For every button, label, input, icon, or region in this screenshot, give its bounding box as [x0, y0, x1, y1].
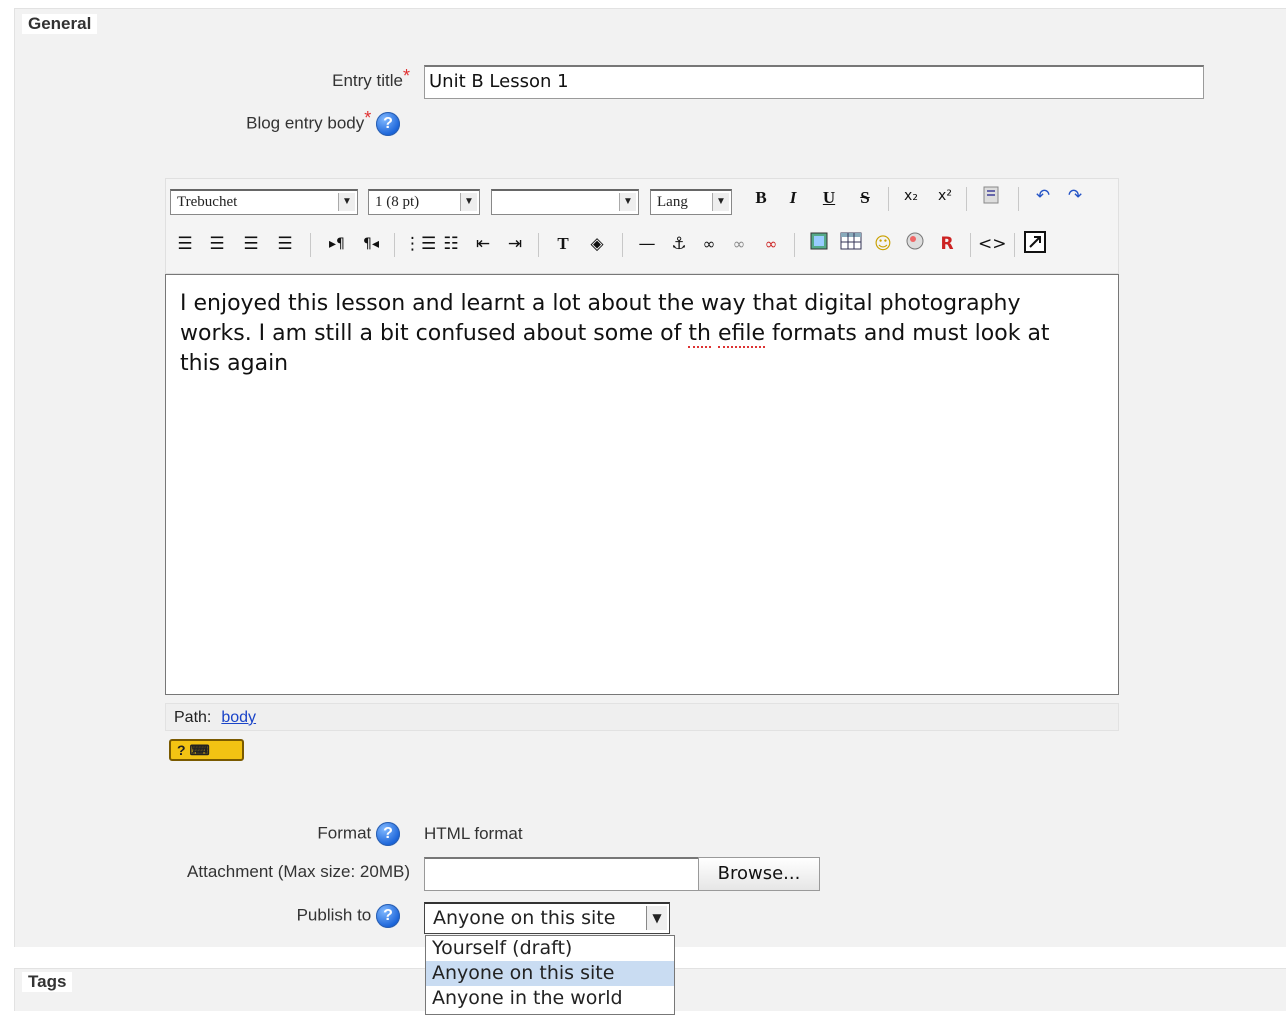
publish-to-label: Publish to ? [220, 904, 400, 928]
toolbar-separator [970, 233, 971, 257]
toolbar-separator [310, 233, 311, 257]
toolbar-separator [394, 233, 395, 257]
font-family-select[interactable]: Trebuchet ▼ [170, 189, 358, 215]
publish-to-select[interactable]: Anyone on this site ▼ [424, 902, 670, 934]
path-label: Path: [174, 709, 212, 726]
misspelled-word: efile [717, 321, 765, 348]
nolink-icon[interactable]: ∞ [726, 231, 752, 257]
strikethrough-button[interactable]: S [852, 185, 878, 211]
help-icon[interactable]: ? [376, 904, 400, 928]
outdent-icon[interactable]: ⇤ [470, 231, 496, 257]
required-mark: * [402, 66, 410, 86]
chevron-down-icon: ▼ [338, 193, 355, 211]
editor-line: works. I am still a bit confused about s… [180, 319, 1104, 349]
misspelled-word: th [688, 321, 711, 348]
horizontal-rule-icon[interactable]: — [634, 231, 660, 257]
text-color-icon[interactable]: T [550, 231, 576, 257]
editor-text [711, 321, 718, 346]
attachment-file-input[interactable] [424, 857, 700, 891]
publish-to-value: Anyone on this site [433, 907, 616, 929]
paste-word-icon[interactable] [978, 185, 1004, 211]
indent-icon[interactable]: ⇥ [502, 231, 528, 257]
editor-body[interactable]: I enjoyed this lesson and learnt a lot a… [165, 274, 1119, 695]
toolbar-separator [966, 187, 967, 211]
font-family-value: Trebuchet [177, 194, 238, 210]
publish-option-selected[interactable]: Anyone on this site [426, 961, 674, 986]
editor-toolbar: Trebuchet ▼ 1 (8 pt) ▼ ▼ Lang ▼ B I U S x₂ … [165, 178, 1119, 274]
font-size-select[interactable]: 1 (8 pt) ▼ [368, 189, 480, 215]
align-center-icon[interactable]: ☰ [204, 231, 230, 257]
toolbar-separator [794, 233, 795, 257]
unordered-list-icon[interactable]: ☷ [438, 231, 464, 257]
publish-option[interactable]: Anyone in the world [426, 986, 674, 1011]
entry-title-label: Entry title* [230, 66, 410, 91]
lang-value: Lang [657, 194, 688, 210]
anchor-icon[interactable]: ⚓ [666, 231, 692, 257]
link-icon[interactable]: ∞ [696, 231, 722, 257]
rtl-direction-icon[interactable]: ¶◂ [358, 231, 384, 257]
publish-option[interactable]: Yourself (draft) [426, 936, 674, 961]
superscript-button[interactable]: x² [932, 183, 958, 209]
format-label: Format ? [240, 822, 400, 846]
editor-line: this again [180, 351, 289, 376]
required-mark: * [364, 108, 372, 129]
undo-button[interactable]: ↶ [1030, 183, 1056, 209]
source-code-button[interactable]: <> [978, 231, 1007, 257]
subscript-button[interactable]: x₂ [898, 183, 924, 209]
font-size-value: 1 (8 pt) [375, 194, 420, 210]
help-icon[interactable]: ? [376, 112, 400, 136]
entry-title-input[interactable]: Unit B Lesson 1 [424, 65, 1204, 99]
unlink-icon[interactable]: ∞ [758, 231, 784, 257]
format-label-text: Format [317, 823, 372, 843]
publish-to-options-list: Yourself (draft) Anyone on this site Any… [425, 935, 675, 1015]
smiley-icon[interactable]: ☺ [870, 231, 896, 257]
search-replace-icon[interactable]: R [934, 231, 960, 257]
editor-line: I enjoyed this lesson and learnt a lot a… [180, 291, 1021, 316]
general-legend: General [22, 14, 98, 34]
align-justify-icon[interactable]: ☰ [272, 231, 298, 257]
chevron-down-icon: ▼ [712, 193, 729, 211]
align-left-icon[interactable]: ☰ [172, 231, 198, 257]
editor-text: formats and must look at [764, 321, 1050, 346]
keyboard-help-button[interactable]: ? ⌨ [169, 739, 244, 761]
tags-legend: Tags [22, 972, 73, 992]
chevron-down-icon: ▼ [619, 193, 636, 211]
fullscreen-icon[interactable] [1022, 231, 1048, 257]
align-right-icon[interactable]: ☰ [238, 231, 264, 257]
underline-button[interactable]: U [816, 185, 842, 211]
path-body-link[interactable]: body [221, 709, 256, 726]
ordered-list-icon[interactable]: ⋮☰ [404, 231, 436, 257]
italic-button[interactable]: I [780, 185, 806, 211]
blog-body-label-text: Blog entry body [246, 113, 365, 133]
attachment-label: Attachment (Max size: 20MB) [187, 862, 410, 881]
toolbar-separator [538, 233, 539, 257]
publish-to-label-text: Publish to [296, 905, 372, 925]
toolbar-separator [1018, 187, 1019, 211]
ltr-direction-icon[interactable]: ▸¶ [324, 231, 350, 257]
browse-button[interactable]: Browse... [698, 857, 820, 891]
insert-special-char-icon[interactable] [902, 231, 928, 257]
format-value: HTML format [424, 824, 523, 843]
redo-button[interactable]: ↷ [1062, 183, 1088, 209]
editor-text: works. I am still a bit confused about s… [180, 321, 689, 346]
blog-body-label: Blog entry body* ? [160, 108, 400, 136]
background-color-icon[interactable]: ◈ [584, 231, 610, 257]
editor-path-bar: Path: body [165, 703, 1119, 731]
entry-title-label-text: Entry title [332, 71, 403, 90]
bold-button[interactable]: B [748, 185, 774, 211]
style-select[interactable]: ▼ [491, 189, 639, 215]
chevron-down-icon: ▼ [460, 193, 477, 211]
toolbar-separator [888, 187, 889, 211]
chevron-down-icon: ▼ [646, 906, 667, 930]
lang-select[interactable]: Lang ▼ [650, 189, 732, 215]
insert-image-icon[interactable] [806, 231, 832, 257]
help-icon[interactable]: ? [376, 822, 400, 846]
toolbar-separator [622, 233, 623, 257]
insert-table-icon[interactable] [838, 231, 864, 257]
toolbar-separator [1014, 233, 1015, 257]
